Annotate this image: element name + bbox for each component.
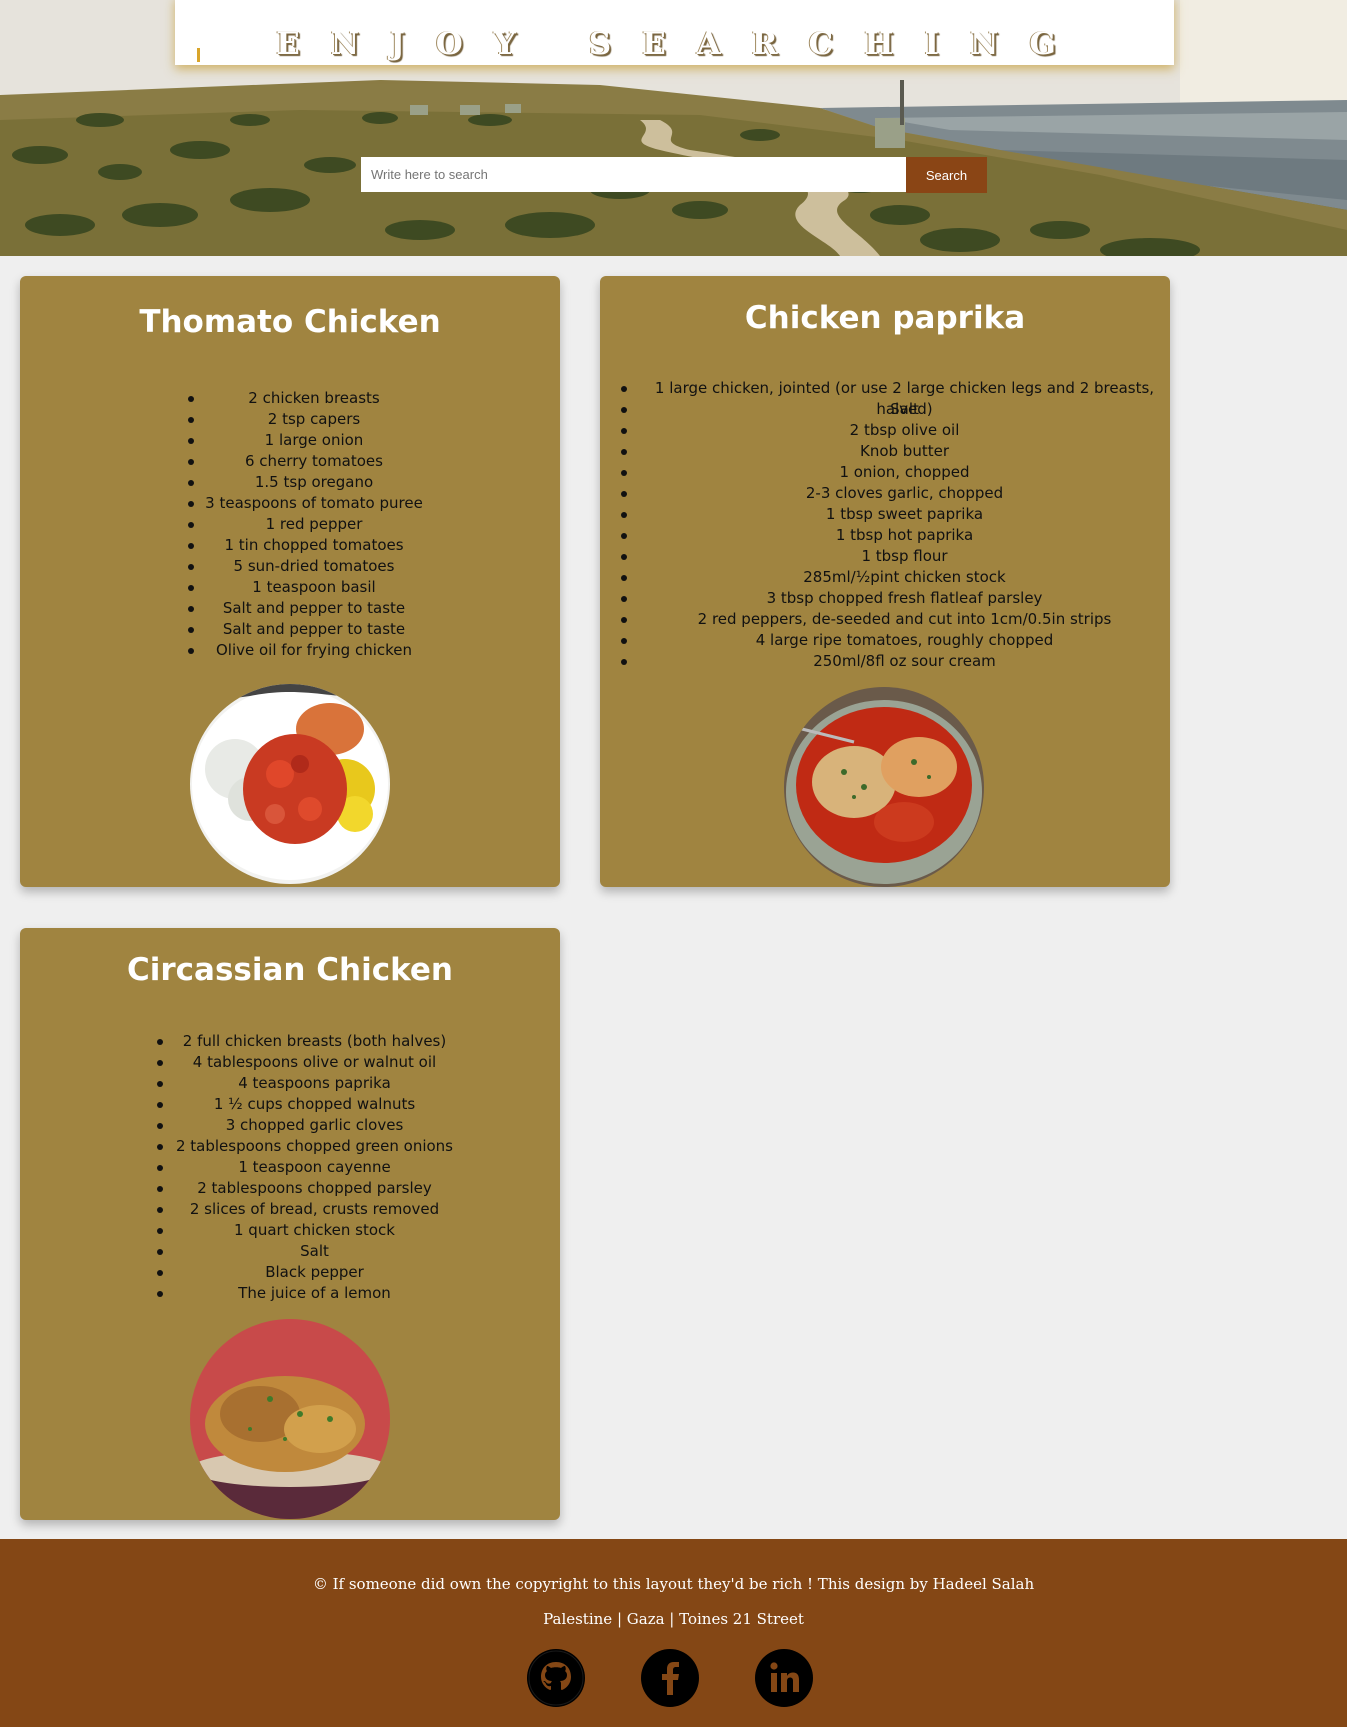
ingredient-item: Salt [157,1241,472,1262]
ingredient-item: 2 tsp capers [188,409,440,430]
ingredient-item: 1 onion, chopped [621,462,1170,483]
ingredient-item: 285ml/½pint chicken stock [621,567,1170,588]
ingredient-item: 1 large chicken, jointed (or use 2 large… [621,378,1170,418]
ingredient-item: 2 tablespoons chopped green onions [157,1136,472,1157]
ingredient-item: 1.5 tsp oregano [188,472,440,493]
ingredient-item: 4 tablespoons olive or walnut oil [157,1052,472,1073]
recipe-card-thomato-chicken[interactable]: Thomato Chicken 2 chicken breasts 2 tsp … [20,276,560,887]
ingredient-item: 1 teaspoon basil [188,577,440,598]
github-icon[interactable] [527,1649,585,1707]
ingredient-item: 2 tbsp olive oil [621,420,1170,441]
ingredient-item: 1 large onion [188,430,440,451]
ingredient-item: 3 teaspoons of tomato puree [188,493,440,514]
ingredient-item: 3 chopped garlic cloves [157,1115,472,1136]
recipe-photo [784,687,984,887]
ingredient-item: Olive oil for frying chicken [188,640,440,661]
recipe-title: Thomato Chicken [139,304,441,340]
recipe-title: Circassian Chicken [127,952,453,988]
recipe-card-chicken-paprika[interactable]: Chicken paprika 1 large chicken, jointed… [600,276,1170,887]
ingredient-item: 4 teaspoons paprika [157,1073,472,1094]
ingredient-item: 2 slices of bread, crusts removed [157,1199,472,1220]
ingredient-item: 1 red pepper [188,514,440,535]
ingredient-item: 250ml/8fl oz sour cream [621,651,1170,672]
ingredient-item: 4 large ripe tomatoes, roughly chopped [621,630,1170,651]
ingredient-item: 1 tin chopped tomatoes [188,535,440,556]
ingredient-item: Salt [621,399,1170,420]
ingredient-item: 5 sun-dried tomatoes [188,556,440,577]
copyright-text: © If someone did own the copyright to th… [312,1575,1035,1593]
ingredient-item: Black pepper [157,1262,472,1283]
ingredient-item: Salt and pepper to taste [188,598,440,619]
site-title: ENJOY SEARCHING [276,26,1087,62]
facebook-icon[interactable] [641,1649,699,1707]
ingredient-item: 2 full chicken breasts (both halves) [157,1031,472,1052]
search-input[interactable] [361,157,906,192]
address-text: Palestine | Gaza | Toines 21 Street [543,1610,804,1628]
ingredient-item: 1 ½ cups chopped walnuts [157,1094,472,1115]
ingredient-item: 2 red peppers, de-seeded and cut into 1c… [621,609,1170,630]
recipe-photo [190,1319,390,1519]
ingredient-item: 1 tbsp flour [621,546,1170,567]
recipe-card-circassian-chicken[interactable]: Circassian Chicken 2 full chicken breast… [20,928,560,1520]
ingredients-list: 2 chicken breasts 2 tsp capers 1 large o… [188,388,440,661]
ingredient-item: 1 tbsp sweet paprika [621,504,1170,525]
title-banner: ENJOY SEARCHING [175,0,1174,65]
ingredient-item: 1 tbsp hot paprika [621,525,1170,546]
recipe-photo [190,684,390,884]
ingredient-item: Salt and pepper to taste [188,619,440,640]
search-button[interactable]: Search [906,157,987,193]
hero-banner: ENJOY SEARCHING Search [0,0,1347,256]
recipe-title: Chicken paprika [744,300,1026,336]
ingredient-item: 2 chicken breasts [188,388,440,409]
ingredient-item: 6 cherry tomatoes [188,451,440,472]
ingredients-list: 1 large chicken, jointed (or use 2 large… [621,378,1170,672]
ingredients-list: 2 full chicken breasts (both halves) 4 t… [157,1031,472,1304]
ingredient-item: The juice of a lemon [157,1283,472,1304]
ingredient-item: 2 tablespoons chopped parsley [157,1178,472,1199]
ingredient-item: Knob butter [621,441,1170,462]
ingredient-item: 3 tbsp chopped fresh flatleaf parsley [621,588,1170,609]
footer: © If someone did own the copyright to th… [0,1539,1347,1727]
ingredient-item: 2-3 cloves garlic, chopped [621,483,1170,504]
ingredient-item: 1 teaspoon cayenne [157,1157,472,1178]
search-bar: Search [361,157,987,193]
linkedin-icon[interactable] [755,1649,813,1707]
ingredient-item: 1 quart chicken stock [157,1220,472,1241]
